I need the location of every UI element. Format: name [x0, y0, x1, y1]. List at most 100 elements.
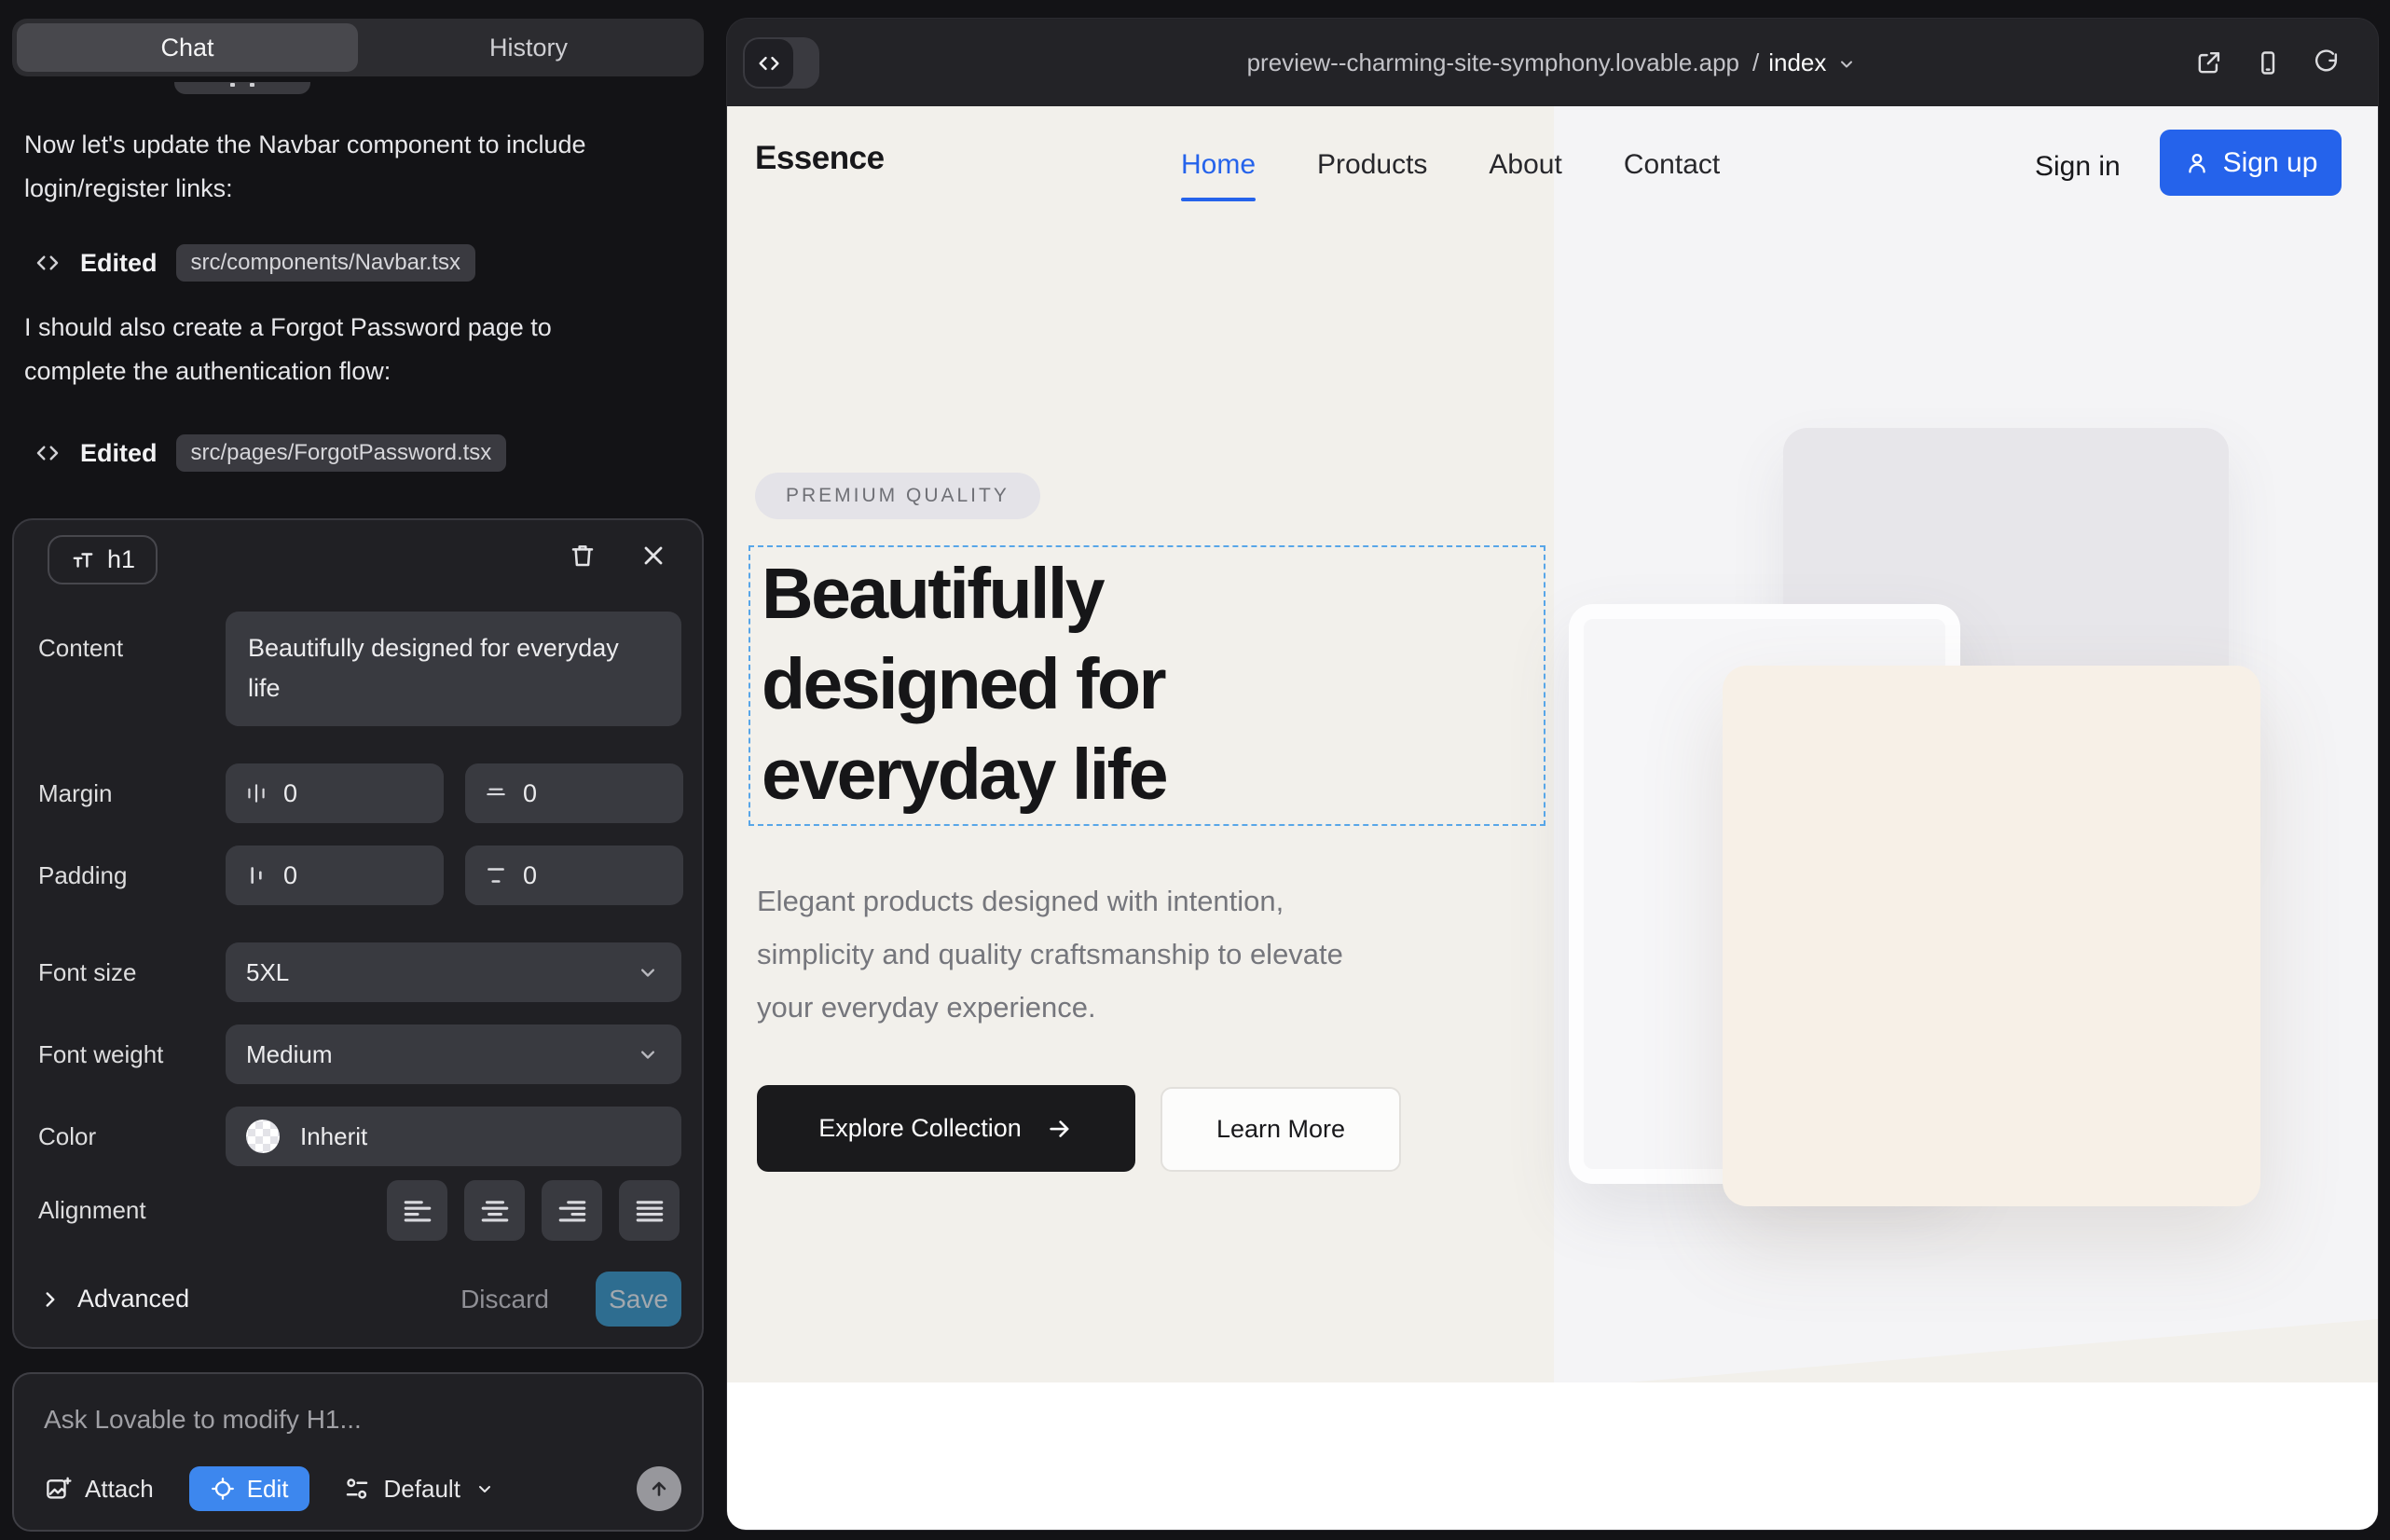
edit-mode-button[interactable]: Edit — [189, 1466, 309, 1511]
code-icon — [34, 439, 62, 467]
content-input[interactable]: Beautifully designed for everyday life — [226, 612, 681, 726]
element-tag-pill[interactable]: h1 — [48, 535, 158, 584]
file-badge[interactable]: src/components/Navbar.tsx — [176, 244, 475, 282]
padding-x-value: 0 — [283, 861, 297, 890]
font-weight-label: Font weight — [38, 1040, 226, 1069]
color-select[interactable]: Inherit — [226, 1107, 681, 1166]
edited-label: Edited — [80, 439, 158, 468]
preview-window: preview--charming-site-symphony.lovable.… — [727, 19, 2378, 1530]
chevron-down-icon — [474, 1478, 496, 1500]
site-logo[interactable]: Essence — [755, 140, 885, 177]
site-navbar: Essence Home Products About Contact Sign… — [727, 106, 2378, 227]
typography-icon — [70, 548, 96, 572]
color-swatch — [246, 1120, 280, 1153]
alignment-label: Alignment — [38, 1196, 226, 1225]
align-justify-button[interactable] — [619, 1180, 680, 1241]
code-icon — [34, 249, 62, 277]
explore-collection-label: Explore Collection — [818, 1114, 1022, 1143]
padding-y-input[interactable]: 0 — [465, 846, 683, 905]
padding-x-input[interactable]: 0 — [226, 846, 444, 905]
model-selector[interactable]: Default — [343, 1475, 496, 1504]
sliders-icon — [343, 1475, 371, 1503]
font-weight-select[interactable]: Medium — [226, 1024, 681, 1084]
nav-link-about[interactable]: About — [1489, 149, 1561, 181]
sign-up-button[interactable]: Sign up — [2160, 130, 2342, 196]
font-size-select[interactable]: 5XL — [226, 942, 681, 1002]
chevron-down-icon — [635, 959, 661, 985]
arrow-right-icon — [1046, 1115, 1074, 1143]
url-page: index — [1768, 48, 1826, 77]
site-nav-links: Home Products About Contact — [1181, 149, 1720, 181]
padding-horizontal-icon — [244, 863, 268, 887]
hero-cta-row: Explore Collection Learn More — [757, 1085, 1401, 1172]
preview-page: Essence Home Products About Contact Sign… — [727, 106, 2378, 1530]
margin-horizontal-icon — [244, 781, 268, 805]
margin-x-value: 0 — [283, 779, 297, 808]
element-tag-name: h1 — [107, 545, 135, 574]
chat-history-tabbar: Chat History — [12, 19, 704, 76]
explore-collection-button[interactable]: Explore Collection — [757, 1085, 1135, 1172]
hero-card-beige — [1723, 666, 2260, 1206]
margin-label: Margin — [38, 779, 226, 808]
file-badge[interactable]: src/pages/ForgotPassword.tsx — [176, 434, 507, 472]
align-left-button[interactable] — [387, 1180, 447, 1241]
code-preview-toggle[interactable] — [743, 37, 819, 89]
sign-in-link[interactable]: Sign in — [2035, 151, 2121, 183]
arrow-up-icon — [647, 1477, 671, 1501]
nav-link-contact[interactable]: Contact — [1624, 149, 1720, 181]
margin-y-input[interactable]: 0 — [465, 763, 683, 823]
h1-selection-outline[interactable]: Beautifully designed for everyday life — [749, 545, 1545, 826]
advanced-toggle[interactable]: Advanced — [38, 1285, 189, 1313]
learn-more-button[interactable]: Learn More — [1161, 1087, 1401, 1172]
preview-chrome: preview--charming-site-symphony.lovable.… — [727, 19, 2378, 106]
user-icon — [2184, 150, 2210, 176]
model-label: Default — [384, 1475, 460, 1504]
mobile-view-icon[interactable] — [2253, 48, 2282, 77]
margin-y-value: 0 — [523, 779, 537, 808]
hero-heading: Beautifully designed for everyday life — [762, 549, 1414, 820]
element-editor-panel: h1 Content Beautifully designed for ever… — [12, 518, 704, 1349]
align-right-button[interactable] — [542, 1180, 602, 1241]
color-label: Color — [38, 1122, 226, 1151]
send-button[interactable] — [637, 1466, 681, 1511]
address-bar: preview--charming-site-symphony.lovable.… — [727, 19, 2378, 106]
tab-chat[interactable]: Chat — [17, 23, 358, 72]
align-center-button[interactable] — [464, 1180, 525, 1241]
nav-link-products[interactable]: Products — [1317, 149, 1427, 181]
padding-label: Padding — [38, 861, 226, 890]
edit-label: Edit — [247, 1475, 289, 1504]
padding-y-value: 0 — [523, 861, 537, 890]
chat-composer: Ask Lovable to modify H1... Attach Edit … — [12, 1372, 704, 1532]
padding-vertical-icon — [484, 863, 508, 887]
chevron-down-icon — [635, 1041, 661, 1067]
edited-label: Edited — [80, 249, 158, 278]
discard-button[interactable]: Discard — [460, 1285, 549, 1314]
refresh-icon[interactable] — [2312, 48, 2341, 77]
sign-up-label: Sign up — [2223, 147, 2318, 179]
tab-history[interactable]: History — [358, 23, 699, 72]
content-label: Content — [38, 634, 226, 663]
nav-link-home[interactable]: Home — [1181, 149, 1256, 181]
url-host: preview--charming-site-symphony.lovable.… — [1247, 48, 1739, 77]
save-button[interactable]: Save — [596, 1272, 681, 1327]
chevron-right-icon — [38, 1287, 62, 1312]
edited-file-row: Edited src/pages/ForgotPassword.tsx — [34, 434, 506, 472]
color-value: Inherit — [300, 1122, 367, 1151]
target-icon — [210, 1476, 236, 1502]
attach-button[interactable]: Attach — [44, 1475, 154, 1504]
margin-x-input[interactable]: 0 — [226, 763, 444, 823]
close-icon[interactable] — [639, 541, 668, 571]
chat-message: I should also create a Forgot Password p… — [24, 306, 602, 393]
premium-quality-badge: PREMIUM QUALITY — [755, 473, 1040, 519]
advanced-label: Advanced — [77, 1285, 189, 1313]
code-icon — [745, 39, 793, 87]
trash-icon[interactable] — [568, 541, 598, 571]
editor-header-actions — [568, 541, 668, 571]
font-weight-value: Medium — [246, 1040, 332, 1069]
scrolled-partial-badge — [174, 82, 310, 94]
app-root: Chat History Now let's update the Navbar… — [0, 0, 2390, 1540]
url-separator: / — [1752, 48, 1759, 77]
composer-input[interactable]: Ask Lovable to modify H1... — [44, 1405, 672, 1435]
open-external-icon[interactable] — [2194, 48, 2223, 77]
chevron-down-icon[interactable] — [1835, 53, 1858, 76]
